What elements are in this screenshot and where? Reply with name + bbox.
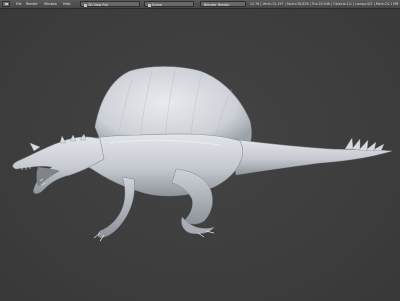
menu-help[interactable]: Help xyxy=(63,1,71,7)
info-header: File Render Window Help 3D View Full Sce… xyxy=(0,0,400,9)
tail xyxy=(231,138,393,176)
scene-select[interactable]: Scene xyxy=(144,1,194,7)
render-engine-label: Blender Render xyxy=(204,3,230,7)
scene-label: Scene xyxy=(152,3,163,7)
editor-type-icon[interactable] xyxy=(2,1,10,7)
front-arm xyxy=(97,176,135,238)
spinosaurus-model[interactable] xyxy=(0,9,400,301)
head xyxy=(12,136,105,194)
menu-render[interactable]: Render xyxy=(26,1,38,7)
screen-layout-label: 3D View Full xyxy=(88,3,109,7)
3d-viewport[interactable] xyxy=(0,9,400,301)
menu-window[interactable]: Window xyxy=(44,1,57,7)
scene-icon xyxy=(148,3,151,7)
render-engine-select[interactable]: Blender Render xyxy=(200,1,246,7)
scene-statistics: v2.76 | Verts:15,197 | Faces:28,826 | Tr… xyxy=(250,2,399,6)
screen-layout-icon xyxy=(84,3,87,7)
menu-file[interactable]: File xyxy=(16,1,22,7)
screen-layout-select[interactable]: 3D View Full xyxy=(80,1,140,7)
